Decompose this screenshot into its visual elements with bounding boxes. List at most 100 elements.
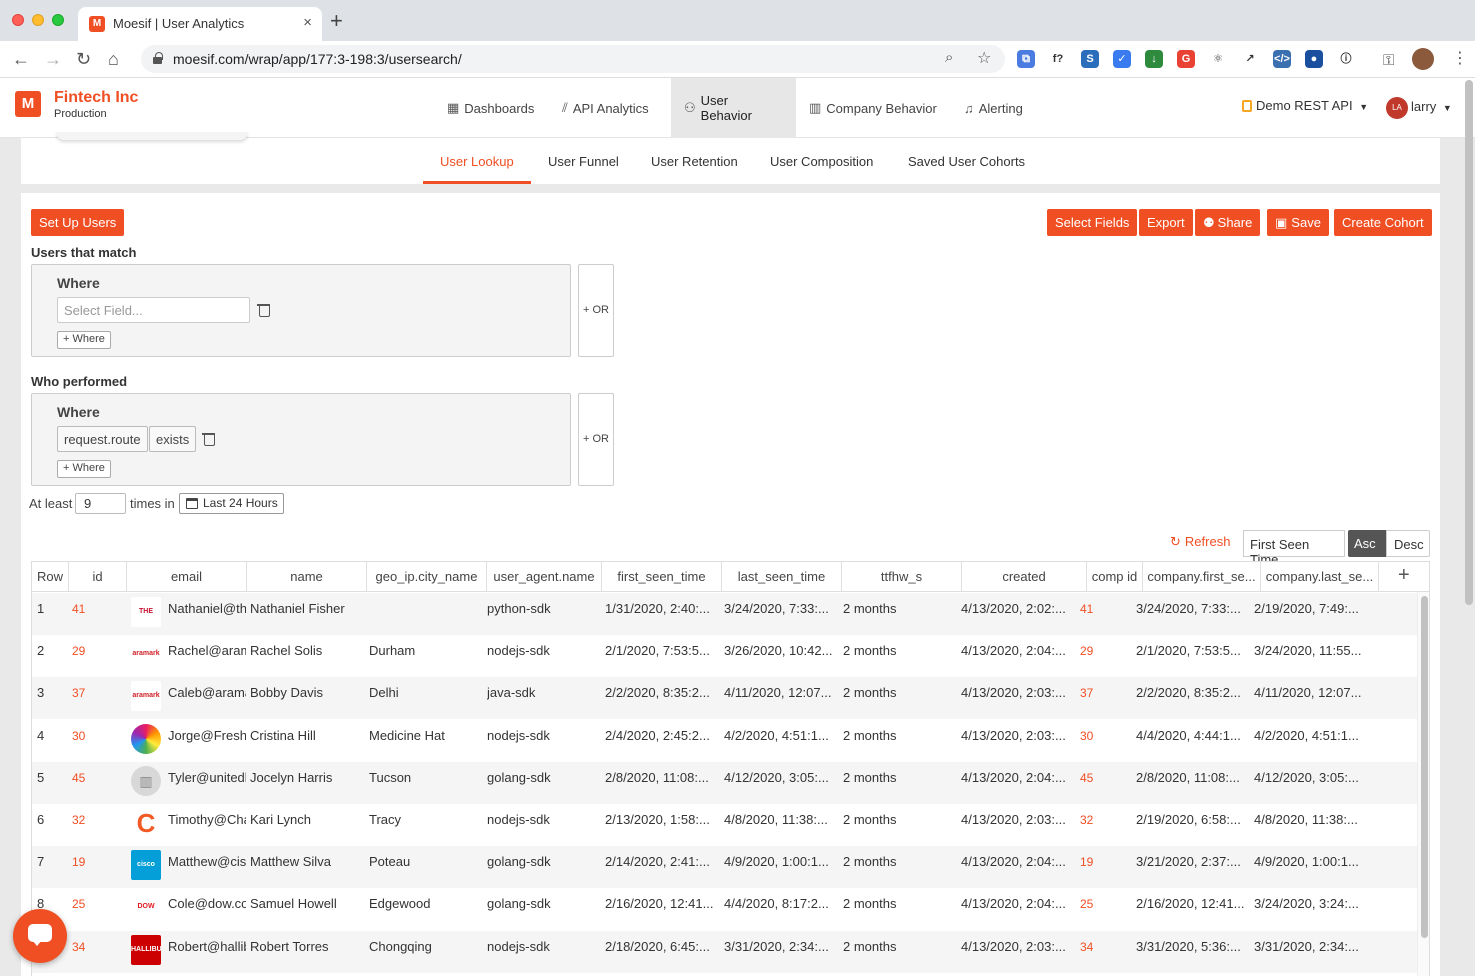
close-tab-icon[interactable]: × <box>303 14 312 31</box>
check-ext-icon[interactable]: ✓ <box>1113 50 1131 68</box>
minimize-window-button[interactable] <box>32 14 44 26</box>
add-or-button[interactable]: + OR <box>578 393 614 486</box>
key-icon[interactable]: ⚿ <box>1383 50 1394 72</box>
moesif-logo-icon[interactable]: M <box>15 91 41 117</box>
bookmark-ext-icon[interactable]: ↓ <box>1145 50 1163 68</box>
browser-menu-icon[interactable]: ⋮ <box>1452 48 1468 70</box>
tab-user-retention[interactable]: User Retention <box>634 138 755 184</box>
trash-icon[interactable] <box>257 303 270 317</box>
table-row[interactable]: 3 37 Caleb@arama Bobby Davis Delhi java-sdk 2/… <box>32 677 1417 720</box>
cell-email[interactable]: Robert@hallib <box>168 939 246 954</box>
bookmark-star-icon[interactable]: ☆ <box>977 48 991 68</box>
cell-id[interactable]: 45 <box>72 771 126 785</box>
reload-icon[interactable]: ↻ <box>76 48 91 70</box>
cell-id[interactable]: 19 <box>72 855 126 869</box>
user-avatar[interactable]: LA <box>1386 97 1408 119</box>
cell-email[interactable]: Jorge@Freshy <box>168 728 246 743</box>
add-where-button[interactable]: + Where <box>57 460 111 478</box>
cell-comp-id[interactable]: 19 <box>1080 855 1132 869</box>
nav-dashboards[interactable]: ▦ Dashboards <box>434 78 547 138</box>
tab-user-funnel[interactable]: User Funnel <box>531 138 636 184</box>
page-scrollbar[interactable] <box>1465 80 1473 605</box>
cell-id[interactable]: 34 <box>72 940 126 954</box>
cell-id[interactable]: 29 <box>72 644 126 658</box>
performed-field-select[interactable]: request.route <box>57 426 148 452</box>
date-range-button[interactable]: Last 24 Hours <box>179 493 284 514</box>
cell-comp-id[interactable]: 25 <box>1080 897 1132 911</box>
column-header-first-seen[interactable]: first_seen_time <box>602 562 722 592</box>
column-header-created[interactable]: created <box>962 562 1087 592</box>
at-least-count-input[interactable]: 9 <box>75 493 126 514</box>
cell-comp-id[interactable]: 30 <box>1080 729 1132 743</box>
nav-user-behavior[interactable]: ⚇ User Behavior <box>671 78 796 138</box>
cell-id[interactable]: 30 <box>72 729 126 743</box>
user-menu[interactable]: larry ▼ <box>1411 99 1452 114</box>
org-name[interactable]: Fintech Inc <box>54 89 138 107</box>
nav-api-analytics[interactable]: ⫽ API Analytics <box>549 78 662 138</box>
cell-id[interactable]: 25 <box>72 897 126 911</box>
home-icon[interactable]: ⌂ <box>108 48 119 70</box>
sort-desc-button[interactable]: Desc <box>1386 530 1430 557</box>
column-header-row[interactable]: Row <box>32 562 69 592</box>
save-button[interactable]: ▣ Save <box>1267 209 1329 236</box>
column-header-last-seen[interactable]: last_seen_time <box>722 562 842 592</box>
forward-arrow-icon[interactable]: → <box>44 48 62 70</box>
performed-operator-select[interactable]: exists <box>149 426 197 452</box>
refresh-button[interactable]: ↻ Refresh <box>1170 534 1230 550</box>
select-field-input[interactable]: Select Field... <box>57 297 250 323</box>
translate-ext-icon[interactable]: ⧉ <box>1017 50 1035 68</box>
column-header-ttfhw[interactable]: ttfhw_s <box>842 562 962 592</box>
cell-email[interactable]: Tyler@unitedh <box>168 770 246 785</box>
browser-profile-avatar[interactable] <box>1412 48 1434 70</box>
sort-asc-button[interactable]: Asc <box>1348 530 1386 557</box>
code-ext-icon[interactable]: </> <box>1273 50 1291 68</box>
column-header-company-last[interactable]: company.last_se... <box>1261 562 1379 592</box>
table-scrollbar[interactable] <box>1417 592 1429 976</box>
address-bar[interactable]: moesif.com/wrap/app/177:3-198:3/usersear… <box>141 45 1005 73</box>
cell-email[interactable]: Cole@dow.co <box>168 896 246 911</box>
table-row[interactable]: 6 32 Timothy@Cha Kari Lynch Tracy nodejs-sdk 2… <box>32 804 1417 846</box>
table-row[interactable]: 34 Robert@hallib Robert Torres Chongqing nod… <box>32 930 1417 973</box>
set-up-users-button[interactable]: Set Up Users <box>31 209 125 236</box>
column-header-email[interactable]: email <box>127 562 247 592</box>
table-row[interactable]: 2 29 Rachel@aram Rachel Solis Durham nodejs-s… <box>32 635 1417 677</box>
add-or-button[interactable]: + OR <box>578 264 614 357</box>
select-fields-button[interactable]: Select Fields <box>1047 209 1138 236</box>
new-tab-icon[interactable]: + <box>330 10 343 32</box>
table-row[interactable]: 8 25 Cole@dow.co Samuel Howell Edgewood golan… <box>32 888 1417 930</box>
cell-id[interactable]: 41 <box>72 602 126 616</box>
close-window-button[interactable] <box>12 14 24 26</box>
table-scrollbar-thumb[interactable] <box>1421 596 1428 938</box>
column-header-name[interactable]: name <box>247 562 367 592</box>
react-ext-icon[interactable]: ⚛ <box>1209 50 1227 68</box>
formula-ext-icon[interactable]: f? <box>1049 50 1067 68</box>
browser-tab[interactable]: M Moesif | User Analytics × <box>78 7 322 41</box>
create-cohort-button[interactable]: Create Cohort <box>1334 209 1432 236</box>
cell-comp-id[interactable]: 34 <box>1080 940 1132 954</box>
snippet-ext-icon[interactable]: S <box>1081 50 1099 68</box>
cell-email[interactable]: Rachel@aram <box>168 643 246 658</box>
share-button[interactable]: ⚉ Share <box>1195 209 1261 236</box>
cell-comp-id[interactable]: 45 <box>1080 771 1132 785</box>
sort-field-select[interactable]: First Seen Time <box>1243 530 1345 567</box>
cell-email[interactable]: Matthew@cis <box>168 854 246 869</box>
trash-icon[interactable] <box>202 432 215 446</box>
google-ext-icon[interactable]: G <box>1177 50 1195 68</box>
column-header-agent[interactable]: user_agent.name <box>487 562 602 592</box>
back-arrow-icon[interactable]: ← <box>12 48 30 70</box>
cell-comp-id[interactable]: 41 <box>1080 602 1132 616</box>
cell-email[interactable]: Timothy@Cha <box>168 812 246 827</box>
tab-saved-user-cohorts[interactable]: Saved User Cohorts <box>891 138 1042 184</box>
table-row[interactable]: 4 30 Jorge@Freshy Cristina Hill Medicine Hat… <box>32 720 1417 762</box>
cell-id[interactable]: 32 <box>72 813 126 827</box>
api-selector[interactable]: Demo REST API ▼ <box>1242 98 1368 113</box>
cell-comp-id[interactable]: 32 <box>1080 813 1132 827</box>
tab-user-lookup[interactable]: User Lookup <box>423 138 531 184</box>
column-header-id[interactable]: id <box>69 562 127 592</box>
add-where-button[interactable]: + Where <box>57 331 111 349</box>
pin-ext-icon[interactable]: ↗ <box>1241 50 1259 68</box>
chat-launcher-button[interactable] <box>13 909 67 963</box>
zoom-icon[interactable]: ⌕ <box>945 49 953 66</box>
table-row[interactable]: 5 45 Tyler@unitedh Jocelyn Harris Tucson gola… <box>32 761 1417 804</box>
globe-ext-icon[interactable]: ● <box>1305 50 1323 68</box>
